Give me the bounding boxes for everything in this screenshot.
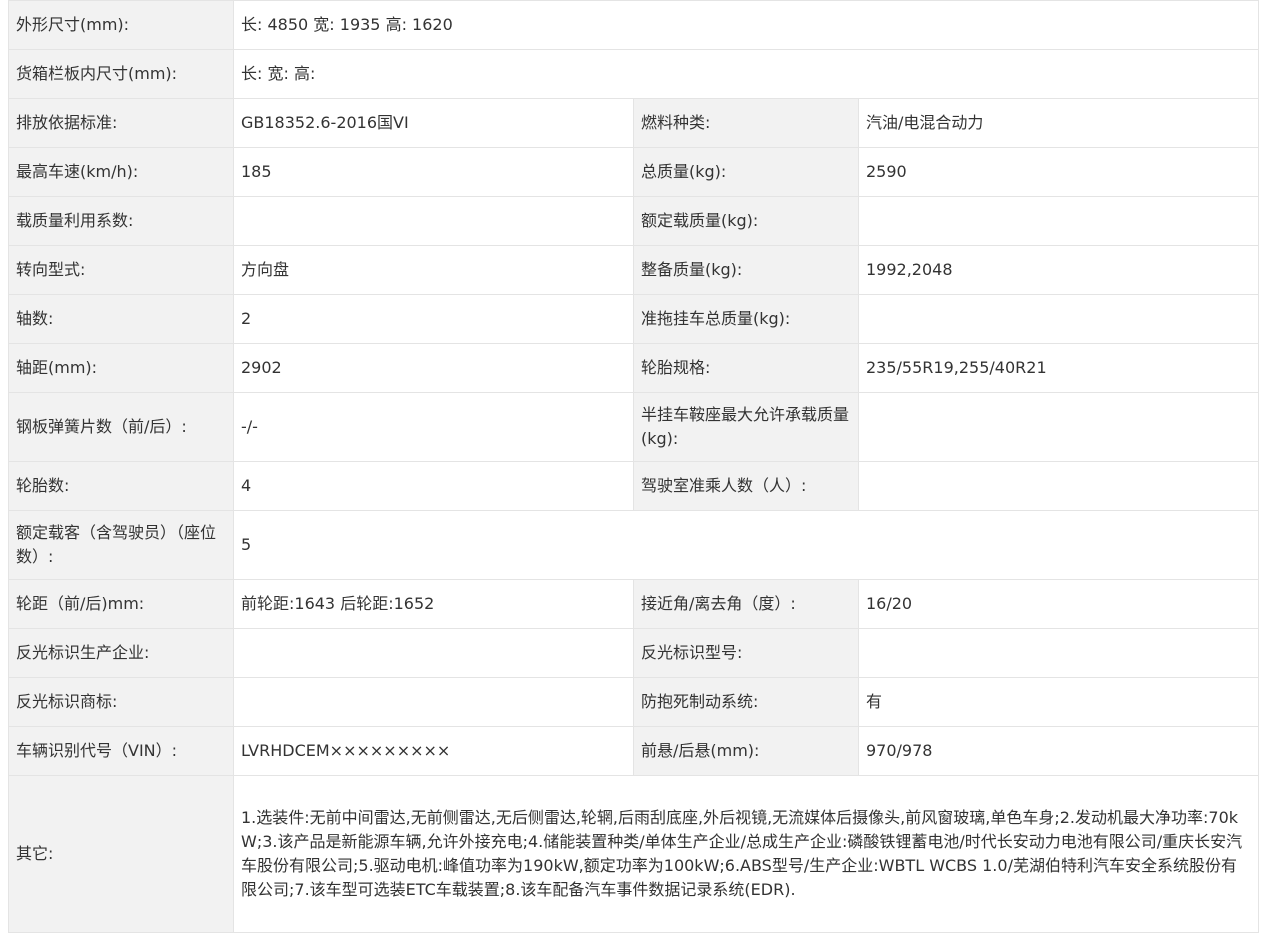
spec-label: 轴数:	[8, 294, 234, 344]
spec-label: 防抱死制动系统:	[633, 677, 859, 727]
spec-value: 185	[233, 147, 634, 197]
spec-value	[233, 628, 634, 678]
table-row: 轴距(mm): 2902 轮胎规格: 235/55R19,255/40R21	[8, 343, 1260, 393]
spec-label: 额定载质量(kg):	[633, 196, 859, 246]
table-row: 钢板弹簧片数（前/后）: -/- 半挂车鞍座最大允许承载质量(kg):	[8, 392, 1260, 462]
spec-value: 4	[233, 461, 634, 511]
table-row: 轴数: 2 准拖挂车总质量(kg):	[8, 294, 1260, 344]
spec-label: 半挂车鞍座最大允许承载质量(kg):	[633, 392, 859, 462]
spec-value: 970/978	[857, 726, 1260, 776]
spec-value: LVRHDCEM×××××××××	[233, 726, 634, 776]
spec-value	[857, 392, 1260, 462]
spec-value	[857, 628, 1260, 678]
spec-value: 前轮距:1643 后轮距:1652	[233, 579, 634, 629]
spec-label: 轮胎规格:	[633, 343, 859, 393]
spec-label: 反光标识商标:	[8, 677, 234, 727]
spec-value: 235/55R19,255/40R21	[857, 343, 1260, 393]
spec-label: 反光标识型号:	[633, 628, 859, 678]
spec-label: 车辆识别代号（VIN）:	[8, 726, 234, 776]
spec-value: 长: 4850 宽: 1935 高: 1620	[232, 0, 1260, 50]
spec-value: 2590	[857, 147, 1260, 197]
spec-value-other: 1.选装件:无前中间雷达,无前侧雷达,无后侧雷达,轮辋,后雨刮底座,外后视镜,无…	[232, 775, 1260, 933]
spec-label: 轴距(mm):	[8, 343, 234, 393]
table-row: 车辆识别代号（VIN）: LVRHDCEM××××××××× 前悬/后悬(mm)…	[8, 726, 1260, 776]
spec-value	[233, 196, 634, 246]
spec-value: 2	[233, 294, 634, 344]
spec-value	[857, 461, 1260, 511]
spec-value: 2902	[233, 343, 634, 393]
vehicle-spec-table: 外形尺寸(mm): 长: 4850 宽: 1935 高: 1620 货箱栏板内尺…	[8, 0, 1260, 933]
spec-label: 燃料种类:	[633, 98, 859, 148]
spec-label: 轮距（前/后)mm:	[8, 579, 234, 629]
table-row: 其它: 1.选装件:无前中间雷达,无前侧雷达,无后侧雷达,轮辋,后雨刮底座,外后…	[8, 775, 1260, 933]
spec-label: 轮胎数:	[8, 461, 234, 511]
table-row: 外形尺寸(mm): 长: 4850 宽: 1935 高: 1620	[8, 0, 1260, 50]
spec-value: 5	[232, 510, 1260, 580]
spec-label: 驾驶室准乘人数（人）:	[633, 461, 859, 511]
spec-value	[857, 294, 1260, 344]
table-row: 轮胎数: 4 驾驶室准乘人数（人）:	[8, 461, 1260, 511]
table-row: 转向型式: 方向盘 整备质量(kg): 1992,2048	[8, 245, 1260, 295]
table-row: 货箱栏板内尺寸(mm): 长: 宽: 高:	[8, 49, 1260, 99]
spec-label: 排放依据标准:	[8, 98, 234, 148]
spec-label: 载质量利用系数:	[8, 196, 234, 246]
table-row: 轮距（前/后)mm: 前轮距:1643 后轮距:1652 接近角/离去角（度）:…	[8, 579, 1260, 629]
spec-value	[233, 677, 634, 727]
spec-value: 汽油/电混合动力	[857, 98, 1260, 148]
spec-label: 额定载客（含驾驶员）（座位数）:	[8, 510, 234, 580]
spec-label: 货箱栏板内尺寸(mm):	[8, 49, 234, 99]
spec-label: 转向型式:	[8, 245, 234, 295]
spec-label: 前悬/后悬(mm):	[633, 726, 859, 776]
table-row: 反光标识商标: 防抱死制动系统: 有	[8, 677, 1260, 727]
table-row: 反光标识生产企业: 反光标识型号:	[8, 628, 1260, 678]
table-row: 额定载客（含驾驶员）（座位数）: 5	[8, 510, 1260, 580]
spec-label: 钢板弹簧片数（前/后）:	[8, 392, 234, 462]
spec-label: 总质量(kg):	[633, 147, 859, 197]
spec-value: -/-	[233, 392, 634, 462]
spec-value: 长: 宽: 高:	[232, 49, 1260, 99]
spec-label: 接近角/离去角（度）:	[633, 579, 859, 629]
table-row: 载质量利用系数: 额定载质量(kg):	[8, 196, 1260, 246]
spec-value: 有	[857, 677, 1260, 727]
spec-label: 准拖挂车总质量(kg):	[633, 294, 859, 344]
spec-value: 1992,2048	[857, 245, 1260, 295]
spec-value	[857, 196, 1260, 246]
table-row: 排放依据标准: GB18352.6-2016国VI 燃料种类: 汽油/电混合动力	[8, 98, 1260, 148]
spec-label: 最高车速(km/h):	[8, 147, 234, 197]
spec-value: GB18352.6-2016国VI	[233, 98, 634, 148]
spec-label: 反光标识生产企业:	[8, 628, 234, 678]
spec-label: 外形尺寸(mm):	[8, 0, 234, 50]
spec-value: 16/20	[857, 579, 1260, 629]
spec-label: 整备质量(kg):	[633, 245, 859, 295]
spec-label: 其它:	[8, 775, 234, 933]
spec-value: 方向盘	[233, 245, 634, 295]
table-row: 最高车速(km/h): 185 总质量(kg): 2590	[8, 147, 1260, 197]
